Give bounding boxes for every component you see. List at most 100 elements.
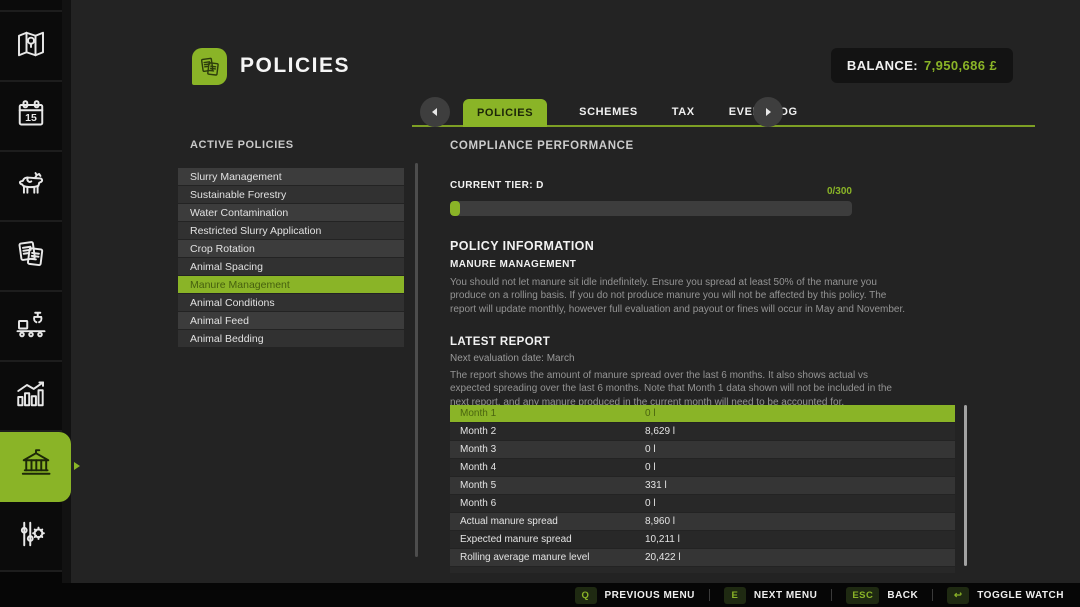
active-policies-heading: ACTIVE POLICIES xyxy=(190,139,294,151)
sidebar-item-calendar[interactable]: 15 xyxy=(0,82,62,152)
chevron-right-icon xyxy=(764,108,772,116)
report-row-clipped xyxy=(450,567,955,573)
shortcut-label: NEXT MENU xyxy=(754,590,817,601)
policy-description: You should not let manure sit idle indef… xyxy=(450,276,914,316)
statistics-icon xyxy=(13,376,49,417)
report-row-value: 0 l xyxy=(645,444,656,455)
shortcut-next-menu[interactable]: E NEXT MENU xyxy=(724,587,817,604)
shortcut-label: BACK xyxy=(887,590,918,601)
shortcut-divider xyxy=(709,589,710,601)
toggle-watch-icon: ↩ xyxy=(947,587,969,604)
report-row-value: 8,629 l xyxy=(645,426,675,437)
report-row[interactable]: Month 40 l xyxy=(450,459,955,476)
map-icon xyxy=(13,26,49,67)
policy-item[interactable]: Animal Bedding xyxy=(178,330,404,347)
sidebar-item-partial xyxy=(0,0,62,12)
tab-bar: POLICIESSCHEMESTAXEVENT LOG xyxy=(412,97,1035,127)
balance-badge: BALANCE: 7,950,686 £ xyxy=(831,48,1013,83)
balance-value: 7,950,686 £ xyxy=(924,58,997,73)
report-row-label: Expected manure spread xyxy=(450,534,645,545)
report-row-value: 20,422 l xyxy=(645,552,681,563)
report-row-label: Month 4 xyxy=(450,462,645,473)
report-row[interactable]: Month 10 l xyxy=(450,405,955,422)
report-row[interactable]: Month 30 l xyxy=(450,441,955,458)
report-row-label: Month 2 xyxy=(450,426,645,437)
report-row-label: Month 3 xyxy=(450,444,645,455)
sidebar-selected-pointer xyxy=(74,462,84,470)
previous-tab-arrow-button[interactable] xyxy=(420,97,450,127)
policy-name: MANURE MANAGEMENT xyxy=(450,259,576,270)
policies-icon xyxy=(192,48,227,85)
report-description: The report shows the amount of manure sp… xyxy=(450,369,908,409)
key-badge: Q xyxy=(575,587,597,604)
policy-item[interactable]: Slurry Management xyxy=(178,168,404,185)
sidebar-item-animals[interactable] xyxy=(0,152,62,222)
calendar-icon: 15 xyxy=(13,96,49,137)
compliance-progress-bar xyxy=(450,201,852,216)
policy-item[interactable]: Water Contamination xyxy=(178,204,404,221)
sidebar-item-statistics[interactable] xyxy=(0,362,62,432)
report-row[interactable]: Month 5331 l xyxy=(450,477,955,494)
policy-item[interactable]: Animal Spacing xyxy=(178,258,404,275)
report-row-label: Rolling average manure level xyxy=(450,552,645,563)
sidebar-item-settings[interactable] xyxy=(0,502,62,572)
report-row[interactable]: Month 28,629 l xyxy=(450,423,955,440)
active-policies-list: Slurry ManagementSustainable ForestryWat… xyxy=(178,168,404,348)
tab-schemes[interactable]: SCHEMES xyxy=(577,106,640,118)
report-row[interactable]: Month 60 l xyxy=(450,495,955,512)
tab-tax[interactable]: TAX xyxy=(670,106,697,118)
shortcut-divider xyxy=(932,589,933,601)
balance-label: BALANCE: xyxy=(847,58,918,73)
report-row-value: 0 l xyxy=(645,462,656,473)
compliance-heading: COMPLIANCE PERFORMANCE xyxy=(450,140,634,152)
policy-item[interactable]: Crop Rotation xyxy=(178,240,404,257)
sidebar-item-map[interactable] xyxy=(0,12,62,82)
production-icon xyxy=(13,306,49,347)
policy-information-heading: POLICY INFORMATION xyxy=(450,239,594,253)
report-row[interactable]: Expected manure spread10,211 l xyxy=(450,531,955,548)
sidebar: 15 xyxy=(0,0,71,607)
progress-value-label: 0/300 xyxy=(450,186,852,197)
next-tab-arrow-button[interactable] xyxy=(753,97,783,127)
key-badge: E xyxy=(724,587,746,604)
shortcut-divider xyxy=(831,589,832,601)
shortcut-toggle-watch[interactable]: ↩ TOGGLE WATCH xyxy=(947,587,1064,604)
policies-list-scrollbar[interactable] xyxy=(415,163,418,557)
contracts-icon xyxy=(13,236,49,277)
policies-screen: 15 POLICIES BALANCE: 7,950,686 £ POLICIE… xyxy=(0,0,1080,607)
svg-text:15: 15 xyxy=(25,112,37,124)
report-row-label: Month 6 xyxy=(450,498,645,509)
report-row-label: Month 5 xyxy=(450,480,645,491)
report-table: Month 10 lMonth 28,629 lMonth 30 lMonth … xyxy=(450,405,955,573)
animals-icon xyxy=(13,166,49,207)
settings-icon xyxy=(13,516,49,557)
sidebar-item-production[interactable] xyxy=(0,292,62,362)
report-row[interactable]: Actual manure spread8,960 l xyxy=(450,513,955,530)
shortcut-label: PREVIOUS MENU xyxy=(605,590,695,601)
shortcut-bar: Q PREVIOUS MENU E NEXT MENU ESC BACK ↩ TOGGLE W… xyxy=(0,583,1080,607)
report-row-value: 10,211 l xyxy=(645,534,680,545)
latest-report-heading: LATEST REPORT xyxy=(450,336,550,348)
policy-item[interactable]: Sustainable Forestry xyxy=(178,186,404,203)
sidebar-item-contracts[interactable] xyxy=(0,222,62,292)
bank-icon xyxy=(18,446,54,487)
report-row-value: 8,960 l xyxy=(645,516,675,527)
policy-item[interactable]: Animal Conditions xyxy=(178,294,404,311)
shortcut-previous-menu[interactable]: Q PREVIOUS MENU xyxy=(575,587,695,604)
policy-item[interactable]: Manure Management xyxy=(178,276,404,293)
compliance-progress-fill xyxy=(450,201,460,216)
shortcut-back[interactable]: ESC BACK xyxy=(846,587,918,604)
chevron-left-icon xyxy=(431,108,439,116)
sidebar-item-bank[interactable] xyxy=(0,432,71,502)
key-badge: ESC xyxy=(846,587,879,604)
report-row-label: Month 1 xyxy=(450,408,645,419)
report-row-value: 331 l xyxy=(645,480,667,491)
policy-item[interactable]: Animal Feed xyxy=(178,312,404,329)
page-title: POLICIES xyxy=(240,54,350,78)
report-table-scrollbar[interactable] xyxy=(964,405,967,566)
shortcut-label: TOGGLE WATCH xyxy=(977,590,1064,601)
policy-item[interactable]: Restricted Slurry Application xyxy=(178,222,404,239)
report-row[interactable]: Rolling average manure level20,422 l xyxy=(450,549,955,566)
report-row-value: 0 l xyxy=(645,498,656,509)
tab-policies[interactable]: POLICIES xyxy=(463,99,547,127)
